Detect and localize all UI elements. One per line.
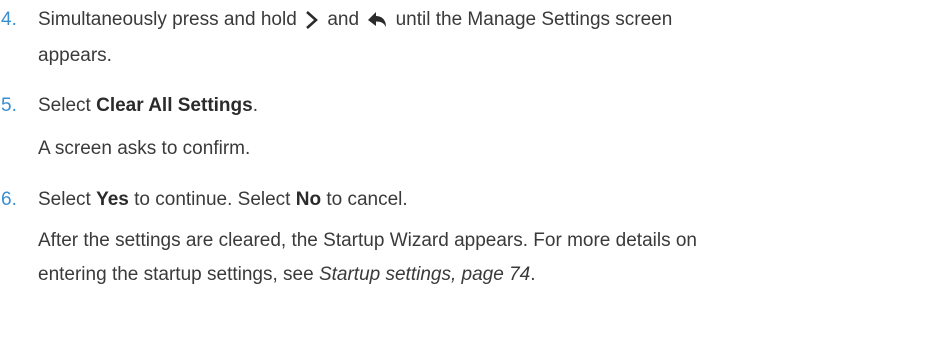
step-4-text-before: Simultaneously press and hold [38, 9, 297, 30]
step-5-line: Select Clear All Settings. [38, 94, 258, 118]
step-5-number: 5. [1, 95, 17, 116]
step-6-sub-line-2: entering the startup settings, see Start… [38, 263, 536, 287]
step-6-text-after: to cancel. [326, 189, 408, 210]
step-5-bold-option: Clear All Settings [96, 95, 253, 116]
step-5-sub: A screen asks to confirm. [38, 138, 251, 159]
step-6-sub-text-after: . [530, 264, 536, 285]
step-4-line-2: appears. [38, 45, 112, 66]
step-6-sub-text-before: entering the startup settings, see [38, 264, 314, 285]
step-6-number: 6. [1, 189, 17, 210]
step-6-bold-no: No [295, 189, 322, 210]
back-arrow-icon [367, 11, 387, 29]
step-6-bold-yes: Yes [96, 189, 129, 210]
step-6-line: Select Yes to continue. Select No to can… [38, 188, 408, 212]
step-4-line-1: Simultaneously press and hold and until … [38, 8, 672, 32]
step-4-number: 4. [1, 9, 17, 30]
step-6-text-mid: to continue. Select [134, 189, 291, 210]
step-4-text-mid: and [327, 9, 360, 30]
step-6-text-before: Select [38, 189, 91, 210]
cross-reference-link[interactable]: Startup settings, page 74 [319, 264, 530, 285]
chevron-right-icon [305, 10, 319, 30]
step-6-sub-line-1: After the settings are cleared, the Star… [38, 230, 697, 251]
step-5-text-after: . [252, 95, 258, 116]
step-5-text-before: Select [38, 95, 91, 116]
step-4-text-after: until the Manage Settings screen [395, 9, 673, 30]
